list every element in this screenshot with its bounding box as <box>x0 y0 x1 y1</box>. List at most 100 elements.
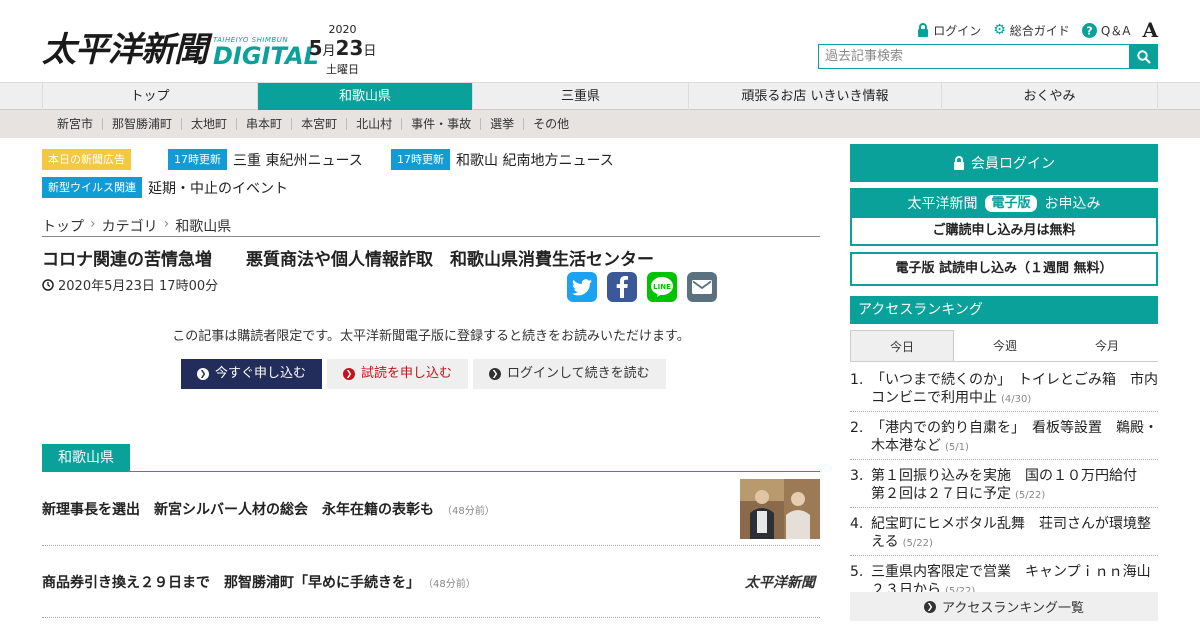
clock-icon <box>42 278 54 291</box>
trial-button[interactable]: ❯ 試読を申し込む <box>327 359 469 389</box>
tab-today[interactable]: 今日 <box>850 330 954 361</box>
qa-link[interactable]: ? Q＆A <box>1081 22 1131 39</box>
member-login-button[interactable]: 会員ログイン <box>850 144 1158 182</box>
ranking-title: アクセスランキング <box>850 296 1158 324</box>
subnav-shingu[interactable]: 新宮市 <box>48 118 102 130</box>
rank-number: 2. <box>850 420 864 436</box>
ticker-wakayama[interactable]: 17時更新 和歌山 紀南地方ニュース <box>391 149 614 170</box>
login-continue-label: ログインして続きを読む <box>507 366 650 381</box>
sub-nav: 新宮市 那智勝浦町 太地町 串本町 本宮町 北山村 事件・事故 選挙 その他 <box>0 110 1200 138</box>
twitter-icon[interactable] <box>567 272 597 302</box>
breadcrumb-top[interactable]: トップ <box>42 216 84 236</box>
section-title[interactable]: 和歌山県 <box>42 444 130 472</box>
chevron-right-circle-icon: ❯ <box>489 368 502 380</box>
news-title-text: 新理事長を選出 新宮シルバー人材の総会 永年在籍の表彰も <box>42 502 434 518</box>
svg-text:LINE: LINE <box>653 283 671 291</box>
subscribe-button-label: 今すぐ申し込む <box>215 366 307 381</box>
list-item[interactable]: 新理事長を選出 新宮シルバー人材の総会 永年在籍の表彰も （48分前） <box>42 479 820 546</box>
tab-month[interactable]: 今月 <box>1056 330 1158 361</box>
logo-digital: DIGITAL <box>213 42 319 70</box>
login-link[interactable]: ログイン <box>917 22 981 39</box>
search-box <box>818 44 1158 69</box>
subnav-taiji[interactable]: 太地町 <box>181 118 236 130</box>
site-header: 太平洋新聞 TAIHEIYO SHIMBUN DIGITAL 2020 5月23… <box>0 0 1200 82</box>
news-title: 商品券引き換え２９日まで 那智勝浦町「早めに手続きを」 （48分前） <box>42 572 476 592</box>
ticker-text: 和歌山 紀南地方ニュース <box>456 152 614 169</box>
ticker-ad[interactable]: 本日の新聞広告 <box>42 149 137 170</box>
search-button[interactable] <box>1130 44 1158 69</box>
chevron-right-circle-icon: ❯ <box>924 600 937 613</box>
rank-date: (5/22) <box>1015 490 1046 501</box>
thumbnail-logo-text: 太平洋新聞 <box>745 575 815 591</box>
pubtime-text: 2020年5月23日 17時00分 <box>58 279 219 294</box>
breadcrumb: トップ › カテゴリ › 和歌山県 <box>42 216 820 237</box>
rank-number: 1. <box>850 372 864 388</box>
main-nav: トップ 和歌山県 三重県 頑張るお店 いきいき情報 おくやみ <box>0 82 1200 110</box>
rank-date: (5/1) <box>945 442 969 453</box>
rank-title: 第１回振り込みを実施 国の１０万円給付 第２回は２７日に予定 <box>871 468 1151 502</box>
rank-text: 第１回振り込みを実施 国の１０万円給付 第２回は２７日に予定 (5/22) <box>871 467 1158 505</box>
rank-date: (5/22) <box>902 538 933 549</box>
line-icon[interactable]: LINE <box>647 272 677 302</box>
search-input[interactable] <box>818 44 1130 69</box>
subscribe-suffix: お申込み <box>1044 196 1101 212</box>
date-month: 5 <box>308 36 323 60</box>
article-pubtime: 2020年5月23日 17時00分 <box>42 275 218 294</box>
guide-link[interactable]: ⚙ 総合ガイド <box>993 22 1070 39</box>
ranking-list: 1. 「いつまで続くのか」 トイレとごみ箱 市内コンビニで利用中止 (4/30) … <box>850 364 1165 604</box>
nav-mie[interactable]: 三重県 <box>472 83 688 110</box>
date-year: 2020 <box>328 23 357 36</box>
subnav-kitayama[interactable]: 北山村 <box>346 118 401 130</box>
paywall-actions: ❯ 今すぐ申し込む ❯ 試読を申し込む ❯ ログインして続きを読む <box>181 359 666 389</box>
ranking-tabs: 今日 今週 今月 <box>850 330 1158 362</box>
breadcrumb-category[interactable]: カテゴリ <box>102 216 158 236</box>
ticker-tag: 新型ウイルス関連 <box>42 177 142 198</box>
tab-week[interactable]: 今週 <box>954 330 1056 361</box>
ranking-item[interactable]: 3. 第１回振り込みを実施 国の１０万円給付 第２回は２７日に予定 (5/22) <box>850 460 1158 508</box>
ticker-tag: 17時更新 <box>391 149 450 170</box>
nav-shops[interactable]: 頑張るお店 いきいき情報 <box>688 83 941 110</box>
breadcrumb-current[interactable]: 和歌山県 <box>175 216 231 236</box>
nav-wakayama[interactable]: 和歌山県 <box>257 83 472 110</box>
rank-date: (4/30) <box>1001 394 1032 405</box>
ticker-covid[interactable]: 新型ウイルス関連 延期・中止のイベント <box>42 177 288 198</box>
section-header: 和歌山県 <box>42 444 820 472</box>
ranking-more-button[interactable]: ❯ アクセスランキング一覧 <box>850 592 1158 621</box>
ranking-item[interactable]: 4. 紀宝町にヒメボタル乱舞 荘司さんが環境整える (5/22) <box>850 508 1158 556</box>
rank-text: 紀宝町にヒメボタル乱舞 荘司さんが環境整える (5/22) <box>871 515 1158 553</box>
subscribe-panel[interactable]: 太平洋新聞 電子版 お申込み ご購読申し込み月は無料 <box>850 188 1158 246</box>
subnav-incidents[interactable]: 事件・事故 <box>401 118 480 130</box>
subnav-hongu[interactable]: 本宮町 <box>291 118 346 130</box>
list-item[interactable]: 商品券引き換え２９日まで 那智勝浦町「早めに手続きを」 （48分前） 太平洋新聞 <box>42 546 820 618</box>
search-icon <box>1137 49 1151 64</box>
gear-icon: ⚙ <box>993 22 1006 38</box>
mail-icon[interactable] <box>687 272 717 302</box>
guide-link-label: 総合ガイド <box>1009 23 1070 38</box>
subscribe-prefix: 太平洋新聞 <box>907 196 978 212</box>
ticker-text: 延期・中止のイベント <box>148 180 288 197</box>
site-logo[interactable]: 太平洋新聞 TAIHEIYO SHIMBUN DIGITAL <box>42 24 319 70</box>
nav-obituaries[interactable]: おくやみ <box>941 83 1158 110</box>
issue-date: 2020 5月23日 土曜日 <box>305 24 380 76</box>
subnav-election[interactable]: 選挙 <box>480 118 523 130</box>
trial-button-label: 試読を申し込む <box>361 366 453 381</box>
ranking-item[interactable]: 2. 「港内での釣り自粛を」 看板等設置 鵜殿・木本港など (5/1) <box>850 412 1158 460</box>
font-size-button[interactable]: A <box>1142 18 1158 42</box>
facebook-icon[interactable] <box>607 272 637 302</box>
ranking-item[interactable]: 1. 「いつまで続くのか」 トイレとごみ箱 市内コンビニで利用中止 (4/30) <box>850 364 1158 412</box>
member-login-label: 会員ログイン <box>971 156 1055 172</box>
paywall-notice: この記事は購読者限定です。太平洋新聞電子版に登録すると続きをお読みいただけます。 <box>172 329 690 344</box>
chevron-right-circle-icon: ❯ <box>197 368 209 380</box>
ticker-mie[interactable]: 17時更新 三重 東紀州ニュース <box>168 149 363 170</box>
lock-icon <box>918 23 929 37</box>
subnav-kushimoto[interactable]: 串本町 <box>236 118 291 130</box>
subnav-nachikatsuura[interactable]: 那智勝浦町 <box>102 118 181 130</box>
subscribe-free-note: ご購読申し込み月は無料 <box>852 218 1156 244</box>
subscribe-button[interactable]: ❯ 今すぐ申し込む <box>181 359 323 389</box>
subnav-other[interactable]: その他 <box>523 118 578 130</box>
qa-link-label: Q＆A <box>1100 23 1131 38</box>
nav-top[interactable]: トップ <box>42 83 257 110</box>
login-continue-button[interactable]: ❯ ログインして続きを読む <box>473 359 666 389</box>
trial-subscribe-button[interactable]: 電子版 試読申し込み（１週間 無料） <box>850 252 1158 286</box>
question-icon: ? <box>1081 22 1097 38</box>
